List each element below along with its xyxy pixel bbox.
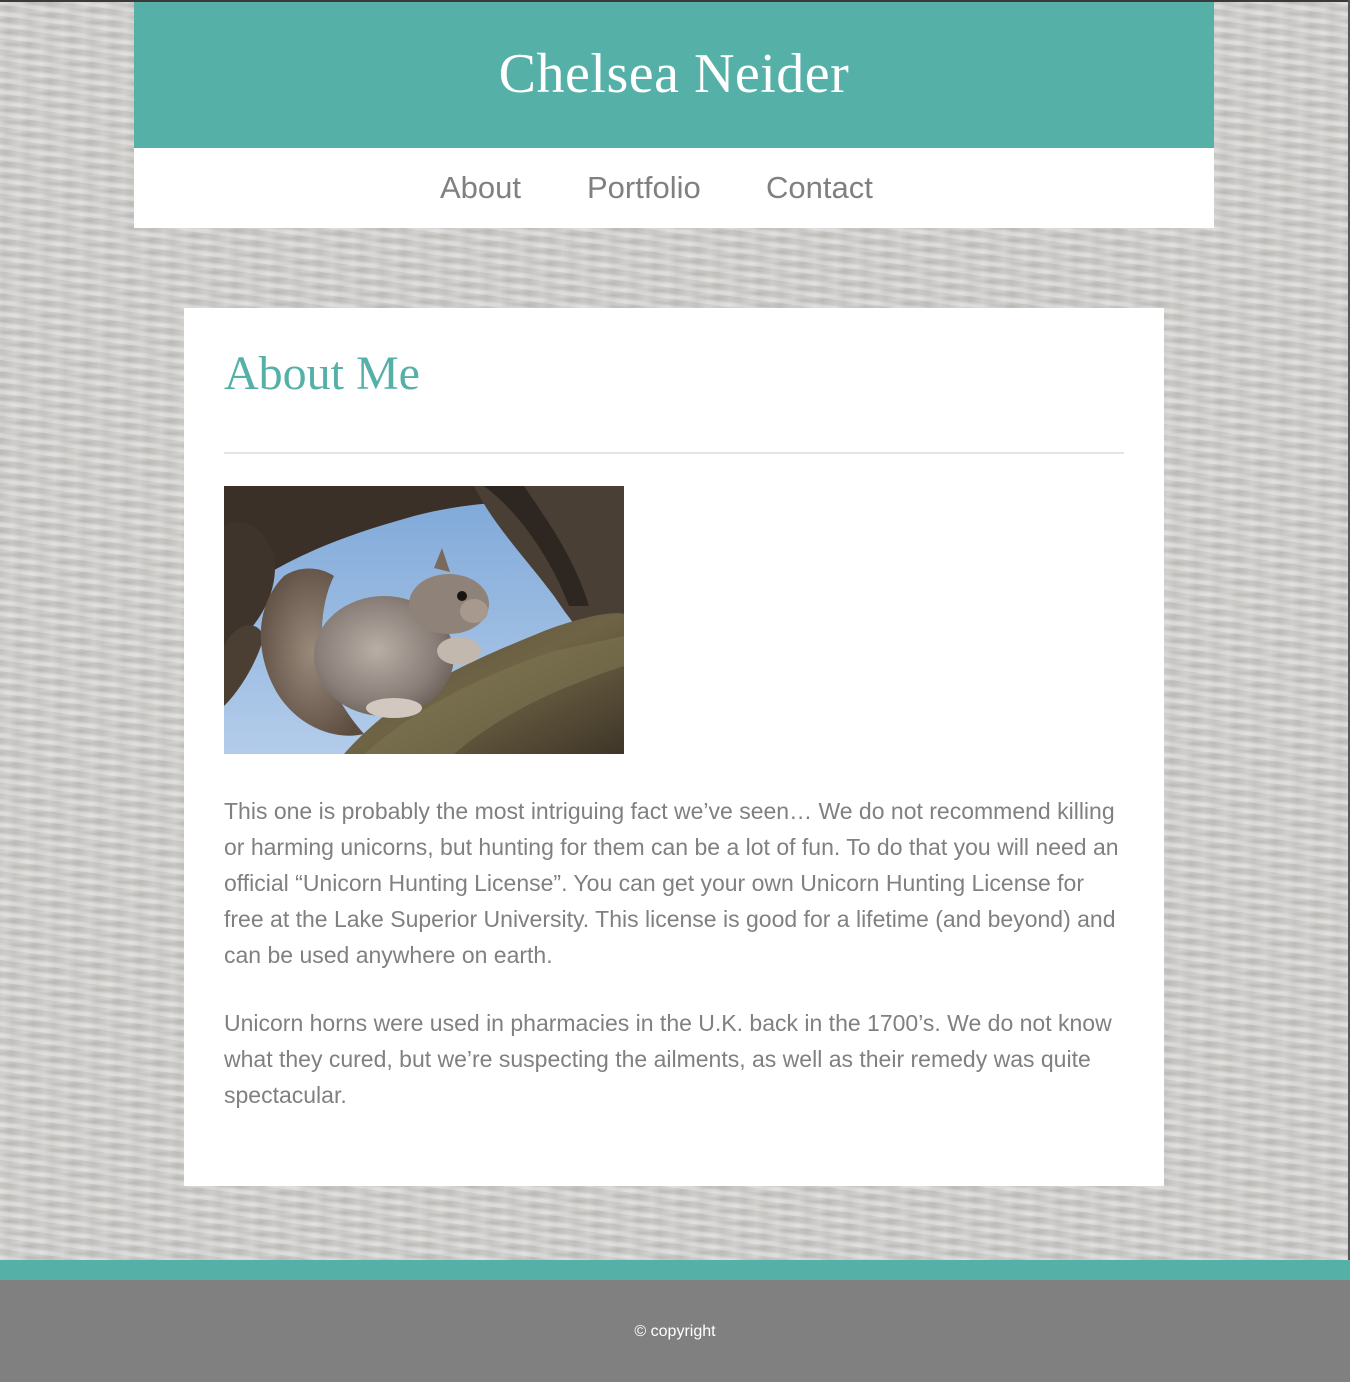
about-paragraph-1: This one is probably the most intriguing… [224, 798, 1119, 968]
site-header: Chelsea Neider [134, 2, 1214, 148]
squirrel-photo [224, 486, 624, 754]
about-card: About Me This one is probably the most i… [184, 308, 1164, 1186]
nav-link-about[interactable]: About [440, 170, 521, 206]
nav-link-portfolio[interactable]: Portfolio [587, 170, 701, 206]
site-footer: © copyright [0, 1280, 1350, 1382]
footer-accent-stripe [0, 1260, 1350, 1280]
site-title: Chelsea Neider [498, 43, 850, 105]
main-nav: About Portfolio Contact [134, 148, 1214, 228]
page-heading: About Me [224, 347, 420, 400]
about-paragraph-2: Unicorn horns were used in pharmacies in… [224, 1010, 1112, 1108]
nav-link-contact[interactable]: Contact [766, 170, 873, 206]
copyright-text: © copyright [634, 1323, 716, 1340]
heading-divider [224, 452, 1124, 454]
